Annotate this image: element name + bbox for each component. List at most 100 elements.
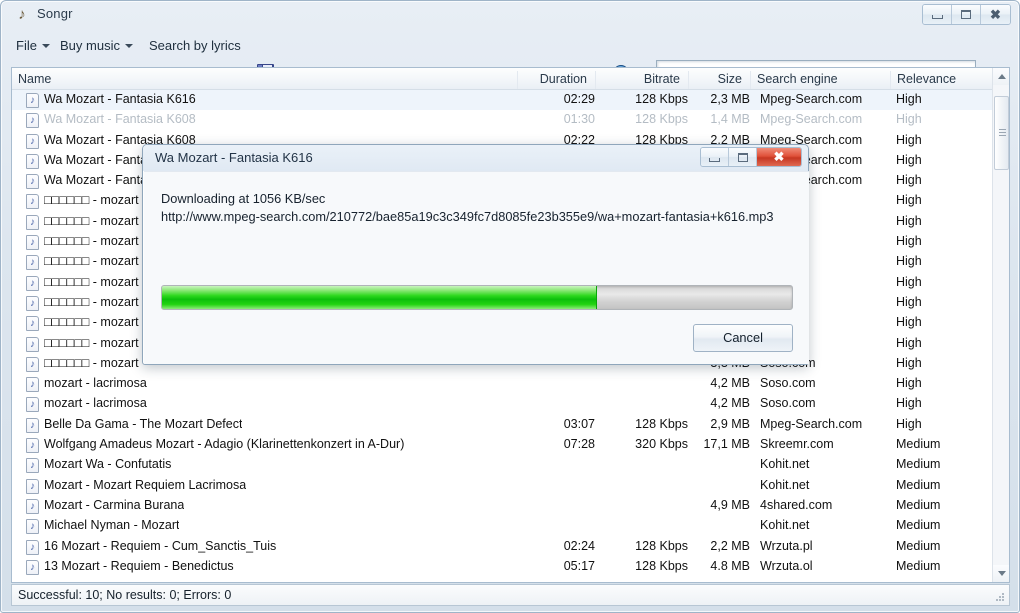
row-relevance: High [896,152,922,167]
music-note-icon: ♪ [26,174,39,190]
menu-buy-music[interactable]: Buy music [57,37,136,54]
table-row[interactable]: ♪ Belle Da Gama - The Mozart Defect 03:07 1… [12,415,993,435]
music-note-icon: ♪ [26,559,39,575]
table-row[interactable]: ♪ Mozart - Carmina Burana 4,9 MB 4shared.co… [12,496,993,516]
dialog-maximize-button[interactable] [729,148,757,166]
dialog-window-controls: ✖ [700,147,802,167]
row-relevance: High [896,173,922,188]
row-name: □□□□□□ - mozart [44,254,139,269]
music-note-icon: ♪ [26,336,39,352]
status-text: Successful: 10; No results: 0; Errors: 0 [18,588,232,602]
row-name: Wa Mozart - Fantasia K608 [44,112,196,127]
row-size: 4,9 MB [710,497,750,512]
row-duration: 02:29 [563,92,595,106]
dialog-close-button[interactable]: ✖ [757,148,801,166]
row-engine: Mpeg-Search.com [760,112,863,127]
menu-file[interactable]: File [13,37,53,54]
minimize-button[interactable] [923,5,952,24]
table-row[interactable]: ♪ 13 Mozart - Requiem - Benedictus 05:17 12… [12,557,993,577]
row-bitrate: 128 Kbps [635,416,688,431]
row-duration: 01:30 [563,112,595,127]
table-row[interactable]: ♪ Mozart Wa - Confutatis Kohit.net Medium [12,455,993,475]
column-header-bitrate[interactable]: Bitrate [595,71,688,89]
menu-search-by-lyrics[interactable]: Search by lyrics [146,37,244,54]
table-row[interactable]: ♪ mozart - lacrimosa 4,2 MB Soso.com High [12,394,993,414]
minimize-icon [931,15,943,19]
row-name: 16 Mozart - Requiem - Cum_Sanctis_Tuis [44,538,277,553]
column-header-relevance[interactable]: Relevance [890,71,990,89]
row-relevance: High [896,234,922,249]
row-size: 1,4 MB [710,112,750,127]
row-duration: 07:28 [563,437,595,452]
music-note-icon: ♪ [26,133,39,149]
table-row[interactable]: ♪ Michael Nyman - Mozart Kohit.net Medium [12,516,993,536]
window-titlebar[interactable]: ♪ Songr ✖ [1,1,1019,29]
close-button[interactable]: ✖ [981,5,1010,24]
music-note-icon: ♪ [26,235,39,251]
app-title: Songr [37,6,73,21]
dialog-titlebar[interactable]: Wa Mozart - Fantasia K616 ✖ [143,145,808,171]
row-relevance: High [896,416,922,431]
table-row[interactable]: ♪ Wa Mozart - Fantasia K608 01:30 128 Kbps 1… [12,110,993,130]
row-name: □□□□□□ - mozart [44,315,139,330]
row-engine: Kohit.net [760,477,810,492]
row-name: 13 Mozart - Requiem - Benedictus [44,558,234,573]
close-icon: ✖ [990,7,1001,22]
table-row[interactable]: ♪ 16 Mozart - Requiem - Cum_Sanctis_Tuis 0… [12,537,993,557]
row-bitrate: 128 Kbps [635,112,688,127]
row-size: 4,2 MB [710,376,750,391]
vertical-scrollbar[interactable] [992,68,1009,582]
table-row[interactable]: ♪ Wa Mozart - Fantasia K616 02:29 128 Kbps 2… [12,90,993,111]
row-relevance: High [896,213,922,228]
table-row[interactable]: ♪ Mozart - Mozart Requiem Lacrimosa Kohit.… [12,476,993,496]
row-relevance: High [896,355,922,370]
row-name: Michael Nyman - Mozart [44,518,180,533]
scroll-up-icon[interactable] [993,68,1009,85]
download-speed-text: Downloading at 1056 KB/sec [161,191,326,206]
music-note-icon: ♪ [26,113,39,129]
menu-file-label: File [16,38,37,53]
dialog-title: Wa Mozart - Fantasia K616 [155,150,313,165]
row-engine: Wrzuta.ol [760,558,813,573]
row-name: Mozart Wa - Confutatis [44,457,172,472]
music-note-icon: ♪ [26,478,39,494]
row-duration: 05:17 [563,558,595,573]
column-header-name[interactable]: Name [12,71,517,89]
table-row[interactable]: ♪ Wolfgang Amadeus Mozart - Adagio (Klari… [12,435,993,455]
main-window: ♪ Songr ✖ File Buy music Search by lyric… [0,0,1020,613]
row-name: □□□□□□ - mozart [44,335,139,350]
table-row[interactable]: ♪ mozart - lacrimosa 4,2 MB Soso.com High [12,374,993,394]
toolbar: File Buy music Search by lyrics ? ⚲ [1,29,1019,86]
row-relevance: High [896,396,922,411]
scroll-down-icon[interactable] [993,565,1009,582]
row-size: 2,9 MB [710,416,750,431]
row-relevance: High [896,376,922,391]
row-name: □□□□□□ - mozart [44,213,139,228]
triangle-down [997,571,1006,576]
column-header-size[interactable]: Size [688,71,750,89]
row-engine: Mpeg-Search.com [760,92,863,106]
dialog-minimize-button[interactable] [701,148,729,166]
column-header-search-engine[interactable]: Search engine [750,71,890,89]
cancel-button[interactable]: Cancel [693,324,793,352]
column-header-duration[interactable]: Duration [517,71,595,89]
row-relevance: High [896,274,922,289]
row-name: □□□□□□ - mozart [44,274,139,289]
row-size: 17,1 MB [703,437,750,452]
music-note-icon: ♪ [18,6,26,23]
row-bitrate: 320 Kbps [635,437,688,452]
row-name: □□□□□□ - mozart [44,234,139,249]
row-name: mozart - lacrimosa [44,376,147,391]
row-relevance: Medium [896,477,941,492]
row-engine: Wrzuta.pl [760,538,813,553]
maximize-button[interactable] [952,5,981,24]
scrollbar-thumb[interactable] [994,96,1009,170]
resize-grip-icon[interactable] [995,592,1005,602]
download-dialog: Wa Mozart - Fantasia K616 ✖ Downloading … [142,144,809,365]
row-size: 2,3 MB [710,92,750,106]
music-note-icon: ♪ [26,356,39,372]
row-name: Mozart - Mozart Requiem Lacrimosa [44,477,247,492]
download-progress-fill [162,286,597,309]
row-engine: Kohit.net [760,518,810,533]
row-relevance: High [896,112,922,127]
